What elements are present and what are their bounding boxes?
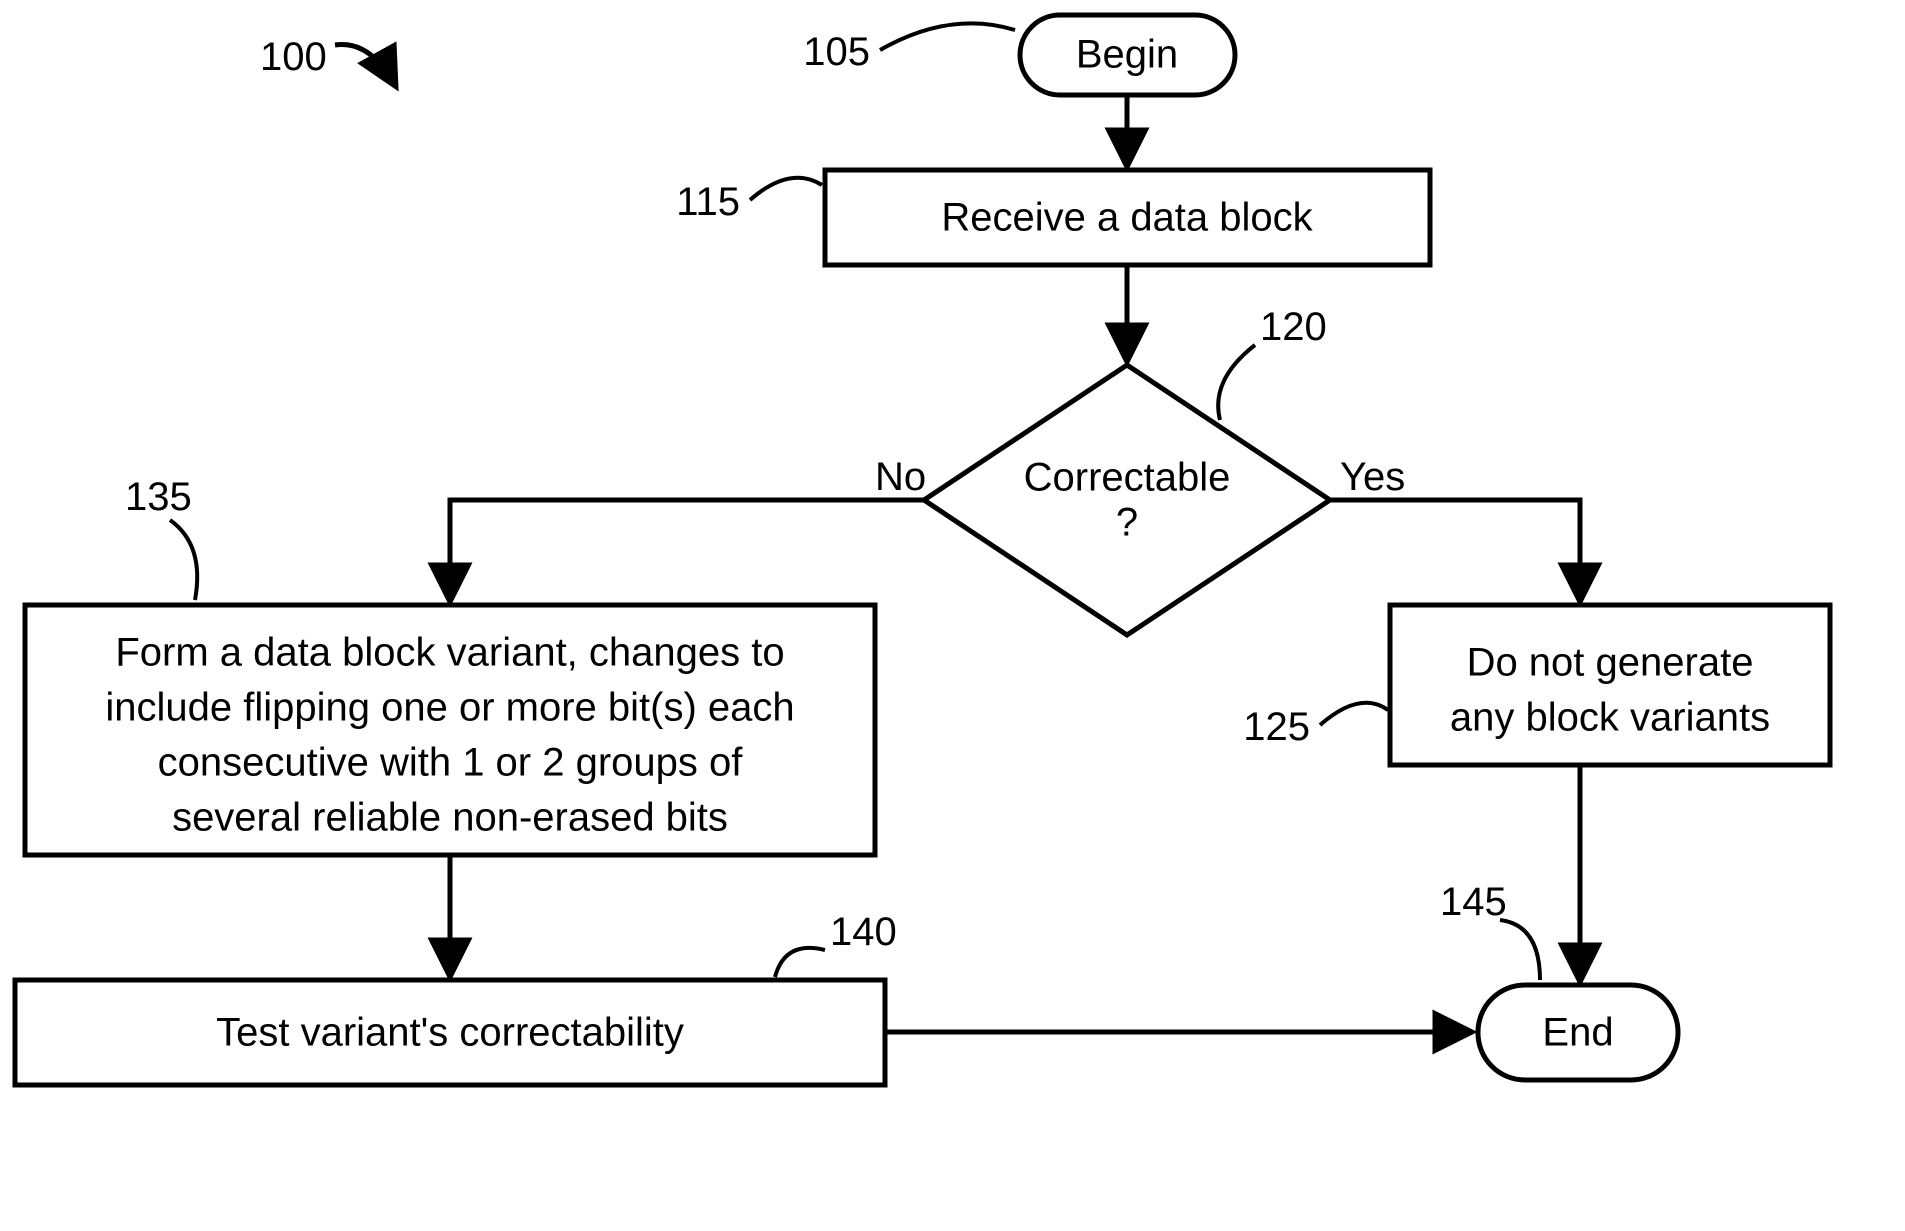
lead-receive	[750, 178, 822, 200]
lead-end	[1500, 920, 1540, 980]
form-label-3: consecutive with 1 or 2 groups of	[158, 741, 744, 785]
ref-receive: 115	[676, 180, 740, 224]
ref-form: 135	[125, 475, 192, 519]
form-label-2: include flipping one or more bit(s) each	[105, 686, 794, 730]
novar-node	[1390, 605, 1830, 765]
decision-label-2: ?	[1116, 501, 1138, 545]
ref-end: 145	[1440, 880, 1507, 924]
form-label-4: several reliable non-erased bits	[172, 796, 728, 840]
novar-label-1: Do not generate	[1467, 641, 1754, 685]
ref-fig: 100	[260, 35, 327, 79]
yes-label: Yes	[1340, 455, 1405, 499]
begin-label: Begin	[1076, 33, 1178, 77]
end-label: End	[1542, 1011, 1613, 1055]
no-label: No	[875, 455, 926, 499]
receive-label: Receive a data block	[941, 196, 1313, 240]
lead-decision	[1218, 345, 1255, 420]
lead-novar	[1320, 703, 1388, 725]
ref-fig-arrow	[335, 45, 395, 86]
decision-label-1: Correctable	[1024, 456, 1231, 500]
arrow-yes	[1330, 500, 1580, 600]
arrow-no	[450, 500, 924, 600]
ref-novar: 125	[1243, 705, 1310, 749]
lead-test	[775, 948, 825, 977]
form-label-1: Form a data block variant, changes to	[115, 631, 784, 675]
novar-label-2: any block variants	[1450, 696, 1770, 740]
lead-begin	[880, 23, 1015, 50]
ref-begin: 105	[803, 30, 870, 74]
test-label: Test variant's correctability	[216, 1011, 684, 1055]
lead-form	[170, 520, 197, 600]
ref-decision: 120	[1260, 305, 1327, 349]
ref-test: 140	[830, 910, 897, 954]
